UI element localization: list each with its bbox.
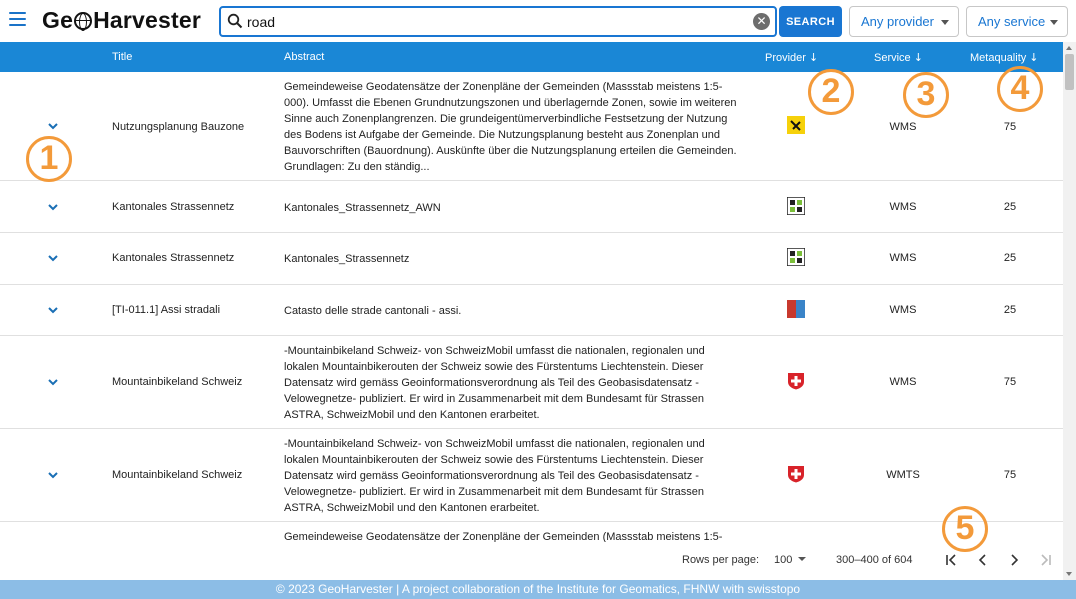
- first-page-icon[interactable]: [944, 552, 960, 568]
- callout-4: 4: [997, 66, 1043, 112]
- row-title: Kantonales Strassennetz: [112, 252, 235, 264]
- row-service: WMS: [889, 376, 917, 388]
- row-abstract: Gemeindeweise Geodatensätze der Zonenplä…: [284, 531, 723, 542]
- chevron-down-icon: [1050, 20, 1058, 25]
- search-icon: [227, 13, 243, 29]
- chevron-down-icon[interactable]: [46, 303, 60, 317]
- row-metaquality: 25: [1003, 304, 1017, 316]
- chevron-down-icon: [798, 557, 807, 561]
- clear-search-icon[interactable]: ✕: [753, 13, 770, 30]
- callout-3: 3: [903, 72, 949, 118]
- column-header-metaquality[interactable]: Metaquality ↓: [970, 51, 1038, 64]
- sort-arrow-icon: ↓: [808, 51, 819, 64]
- row-abstract: Kantonales_Strassennetz: [284, 253, 410, 265]
- swiss-cross-icon: [788, 373, 804, 390]
- table-row[interactable]: Kantonales Strassennetz Kantonales_Stras…: [0, 181, 1063, 233]
- app-logo: Ge Harvester: [42, 7, 202, 33]
- column-header-title[interactable]: Title: [112, 51, 132, 63]
- search-button[interactable]: SEARCH: [779, 6, 842, 37]
- row-abstract: Catasto delle strade cantonali - assi.: [284, 305, 462, 317]
- table-body: Nutzungsplanung Bauzone Gemeindeweise Ge…: [0, 72, 1063, 542]
- swiss-cross-icon: [788, 466, 804, 483]
- scroll-up-arrow-icon[interactable]: [1066, 46, 1072, 50]
- table-header: Title Abstract Provider ↓ Service ↓ Metaqu…: [0, 42, 1063, 72]
- rows-per-page-label: Rows per page:: [682, 554, 760, 566]
- rows-per-page-select[interactable]: 100: [774, 554, 807, 566]
- top-bar: GeHarvester ✕ SEARCH Any provider Any se…: [0, 0, 1076, 42]
- grid-logo-icon: [787, 197, 805, 215]
- search-box: ✕: [219, 6, 777, 37]
- chevron-down-icon[interactable]: [46, 468, 60, 482]
- sort-arrow-icon: ↓: [1029, 51, 1039, 64]
- row-metaquality: 75: [1003, 376, 1017, 388]
- table-row[interactable]: Kantonales Strassennetz Kantonales_Stras…: [0, 233, 1063, 285]
- chevron-down-icon[interactable]: [46, 375, 60, 389]
- hamburger-menu-icon[interactable]: [9, 12, 26, 26]
- row-service: WMS: [889, 121, 917, 133]
- row-title: Mountainbikeland Schweiz: [112, 469, 243, 481]
- app-root: GeHarvester ✕ SEARCH Any provider Any se…: [0, 0, 1076, 599]
- callout-2: 2: [808, 69, 854, 115]
- chevron-down-icon[interactable]: [46, 119, 60, 133]
- ticino-flag-icon: [787, 300, 805, 318]
- yellow-logo-icon: [787, 116, 805, 134]
- chevron-down-icon: [941, 20, 949, 25]
- column-header-abstract[interactable]: Abstract: [284, 51, 324, 63]
- grid-logo-icon: [787, 248, 805, 266]
- callout-1: 1: [26, 136, 72, 182]
- scroll-down-arrow-icon[interactable]: [1066, 572, 1072, 576]
- column-header-service[interactable]: Service ↓: [874, 51, 923, 64]
- row-title: Mountainbikeland Schweiz: [112, 376, 243, 388]
- page-range: 300–400 of 604: [836, 554, 913, 566]
- sort-arrow-icon: ↓: [913, 51, 923, 64]
- row-metaquality: 25: [1003, 201, 1017, 213]
- provider-select[interactable]: Any provider: [849, 6, 959, 37]
- row-title: Kantonales Strassennetz: [112, 201, 235, 213]
- scrollbar-thumb[interactable]: [1065, 54, 1074, 90]
- table-row[interactable]: Mountainbikeland Schweiz -Mountainbikela…: [0, 429, 1063, 522]
- row-abstract: -Mountainbikeland Schweiz- von SchweizMo…: [284, 438, 705, 514]
- chevron-down-icon[interactable]: [46, 251, 60, 265]
- row-abstract: -Mountainbikeland Schweiz- von SchweizMo…: [284, 345, 705, 421]
- row-service: WMS: [889, 252, 917, 264]
- search-input[interactable]: [247, 11, 747, 33]
- globe-icon: [74, 12, 93, 31]
- service-select[interactable]: Any service: [966, 6, 1068, 37]
- table-row[interactable]: [TI-011.1] Assi stradali Catasto delle s…: [0, 285, 1063, 336]
- row-service: WMS: [889, 304, 917, 316]
- row-metaquality: 75: [1003, 121, 1017, 133]
- last-page-icon[interactable]: [1037, 552, 1053, 568]
- row-metaquality: 25: [1003, 252, 1017, 264]
- footer: © 2023 GeoHarvester | A project collabor…: [0, 580, 1076, 599]
- row-service: WMTS: [886, 469, 920, 481]
- pagination-bar: Rows per page: 100 300–400 of 604: [0, 542, 1063, 580]
- callout-5: 5: [942, 506, 988, 552]
- row-metaquality: 75: [1003, 469, 1017, 481]
- column-header-provider[interactable]: Provider ↓: [765, 51, 818, 64]
- previous-page-icon[interactable]: [975, 552, 991, 568]
- table-row[interactable]: Mountainbikeland Schweiz -Mountainbikela…: [0, 336, 1063, 429]
- row-title: Nutzungsplanung Bauzone: [112, 121, 245, 133]
- row-service: WMS: [889, 201, 917, 213]
- row-title: [TI-011.1] Assi stradali: [112, 304, 221, 316]
- row-abstract: Kantonales_Strassennetz_AWN: [284, 202, 441, 214]
- chevron-down-icon[interactable]: [46, 200, 60, 214]
- next-page-icon[interactable]: [1006, 552, 1022, 568]
- table-row[interactable]: Gemeindeweise Geodatensätze der Zonenplä…: [0, 522, 1063, 542]
- row-abstract: Gemeindeweise Geodatensätze der Zonenplä…: [284, 81, 737, 173]
- vertical-scrollbar[interactable]: [1063, 42, 1076, 580]
